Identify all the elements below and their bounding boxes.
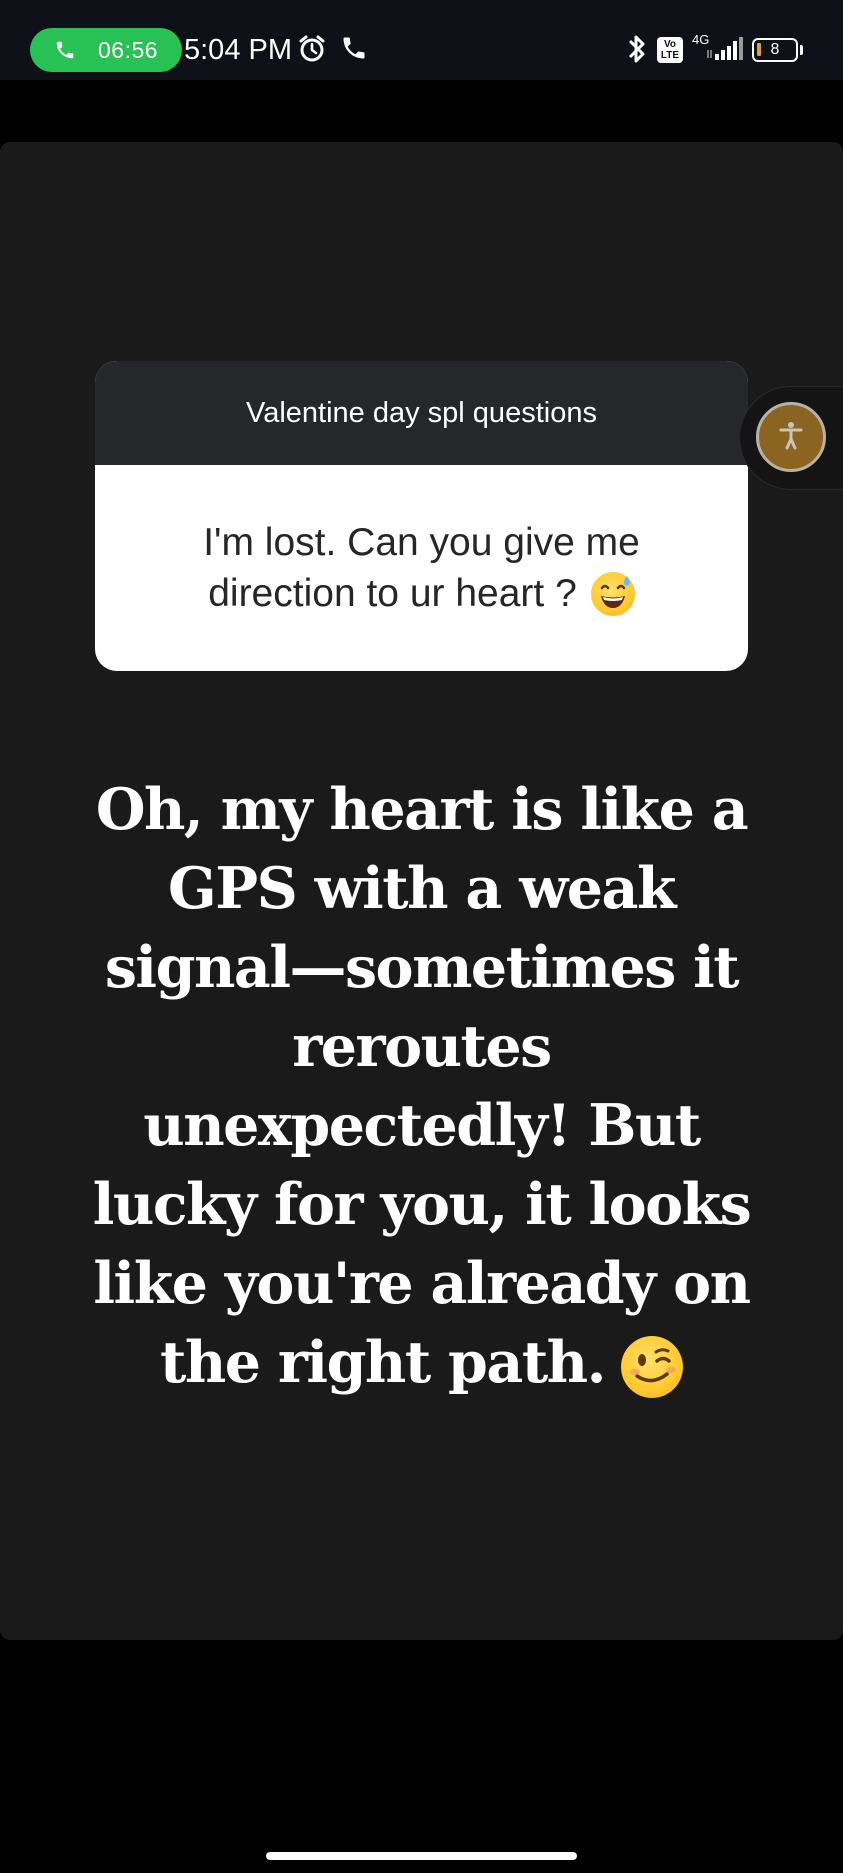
question-line-1: I'm lost. Can you give me	[203, 521, 640, 564]
grinning-sweat-emoji-icon	[590, 571, 635, 616]
answer-line: signal—sometimes it	[104, 934, 740, 1001]
signal-icon	[706, 36, 746, 67]
answer-last-line-row: the right path.	[40, 1323, 803, 1402]
bluetooth-icon	[626, 32, 648, 71]
sticker-header: Valentine day spl questions	[95, 361, 748, 465]
call-duration: 06:56	[98, 36, 159, 63]
volte-icon: Vo LTE	[657, 37, 683, 63]
answer-line: Oh, my heart is like a	[95, 776, 749, 843]
sticker-question: I'm lost. Can you give me direction to u…	[95, 465, 748, 671]
answer-line: GPS with a weak	[168, 855, 676, 922]
call-icon	[340, 34, 368, 67]
accessibility-person-icon	[778, 420, 804, 455]
alarm-icon	[297, 34, 327, 69]
answer-line: like you're already on	[93, 1250, 751, 1317]
question-line-2-row: direction to ur heart ?	[208, 568, 635, 619]
home-indicator[interactable]	[266, 1852, 577, 1860]
answer-line: reroutes	[292, 1013, 552, 1080]
answer-line: the right path.	[160, 1329, 606, 1396]
battery-tip	[800, 45, 803, 55]
question-line-2: direction to ur heart ?	[208, 572, 577, 615]
ongoing-call-chip[interactable]: 06:56	[30, 28, 182, 72]
sticker-title: Valentine day spl questions	[246, 396, 597, 429]
phone-icon	[52, 37, 78, 63]
question-sticker[interactable]: Valentine day spl questions I'm lost. Ca…	[95, 361, 748, 671]
winking-face-emoji-icon	[620, 1336, 683, 1398]
status-clock: 5:04 PM	[184, 34, 292, 66]
battery-icon: 8	[752, 38, 798, 62]
answer-line: unexpectedly! But	[143, 1092, 701, 1159]
accessibility-button[interactable]	[756, 402, 826, 472]
answer-text: Oh, my heart is like a GPS with a weak s…	[40, 770, 803, 1402]
status-bar: 06:56 5:04 PM Vo LTE 4G 8	[0, 0, 843, 80]
answer-line: lucky for you, it looks	[92, 1171, 752, 1238]
